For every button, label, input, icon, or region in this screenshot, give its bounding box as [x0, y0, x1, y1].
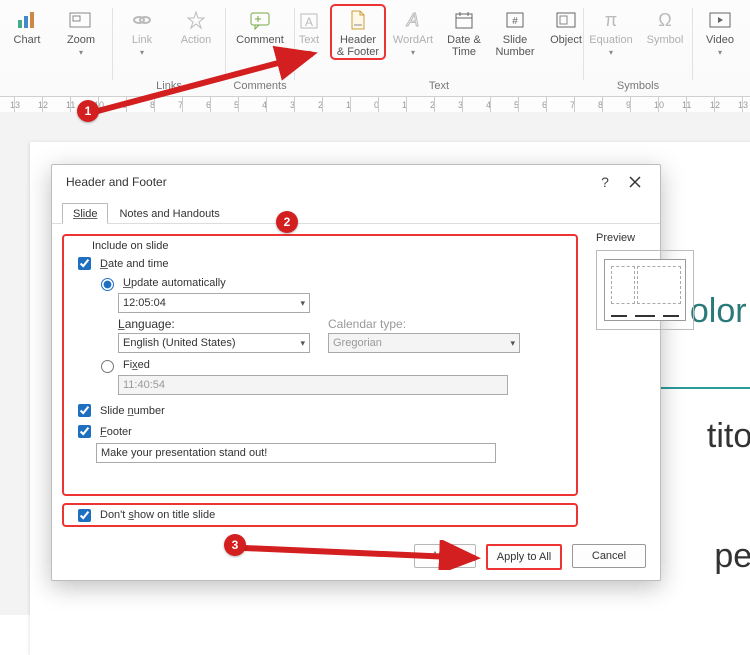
symbol-icon: Ω [651, 8, 679, 32]
apply-button[interactable]: Apply [414, 544, 476, 568]
ribbon-slidenumber[interactable]: # Slide Number [488, 4, 542, 60]
update-auto-radio[interactable]: Update automatically [96, 275, 566, 291]
textbox-icon: A [295, 8, 323, 32]
dialog-footer: Apply Apply to All Cancel [52, 544, 660, 570]
slide-text-preview: perdi [714, 537, 750, 576]
dialog-tabs: Slide Notes and Handouts [52, 199, 660, 224]
ribbon-group-comments: Comment Comments [230, 4, 290, 92]
help-button[interactable]: ? [590, 170, 620, 194]
annotation-box-2: Include on slide Date and time Update au… [62, 234, 578, 496]
annotation-badge-3: 3 [224, 534, 246, 556]
svg-text:#: # [512, 16, 518, 27]
footer-checkbox[interactable]: Footer [74, 422, 566, 441]
calendar-label: Calendar type: [328, 317, 520, 331]
tab-slide[interactable]: Slide [62, 203, 108, 224]
preview-box [596, 250, 694, 330]
chevron-down-icon: ▾ [140, 48, 144, 57]
ribbon-symbol: Ω Symbol [638, 4, 692, 58]
datetime-checkbox[interactable]: Date and time [74, 254, 566, 273]
ribbon-link: Link▾ [115, 4, 169, 58]
header-footer-dialog: Header and Footer ? Slide Notes and Hand… [51, 164, 661, 581]
dialog-titlebar: Header and Footer ? [52, 165, 660, 199]
fixed-time-input: 11:40:54 [118, 375, 508, 395]
ribbon-wordart: A WordArt▾ [386, 4, 440, 60]
datetime-icon [450, 8, 478, 32]
fixed-radio[interactable]: Fixed [96, 357, 566, 373]
chart-icon [13, 8, 41, 32]
video-icon [706, 8, 734, 32]
tab-notes-handouts[interactable]: Notes and Handouts [108, 203, 230, 223]
preview-slide-thumb [604, 259, 686, 321]
chevron-down-icon: ▾ [411, 48, 415, 57]
ribbon-comment[interactable]: Comment [230, 4, 290, 46]
chevron-down-icon: ▾ [300, 298, 305, 309]
chevron-down-icon: ▾ [307, 48, 311, 57]
action-icon [182, 8, 210, 32]
apply-to-all-button[interactable]: Apply to All [486, 544, 562, 570]
object-icon [552, 8, 580, 32]
ribbon-group-text: A Text▾ Header & Footer A WordArt▾ Date … [299, 4, 579, 92]
ribbon-group-symbols: π Equation▾ Ω Symbol Symbols [588, 4, 688, 92]
ribbon-object[interactable]: Object [542, 4, 590, 60]
chevron-down-icon: ▾ [609, 48, 613, 57]
annotation-box-noshow: Don't show on title slide [62, 503, 578, 527]
comment-icon [246, 8, 274, 32]
ribbon-chart[interactable]: Chart [0, 4, 54, 92]
ribbon-header-footer[interactable]: Header & Footer [330, 4, 386, 60]
preview-label: Preview [596, 232, 635, 244]
footer-text-input[interactable]: Make your presentation stand out! [96, 443, 496, 463]
dialog-body: Include on slide Date and time Update au… [52, 224, 660, 554]
language-dropdown[interactable]: English (United States)▾ [118, 333, 310, 353]
slide-text-preview: olor sit [690, 292, 750, 331]
dialog-title: Header and Footer [66, 175, 590, 189]
noshow-title-checkbox[interactable]: Don't show on title slide [74, 506, 215, 525]
close-icon [629, 176, 641, 188]
ribbon-audio[interactable]: Au [743, 4, 750, 92]
ribbon-datetime[interactable]: Date & Time [440, 4, 488, 60]
slidenumber-checkbox[interactable]: Slide number [74, 401, 566, 420]
ribbon: Chart Zoom▾ Link▾ Action Links [0, 0, 750, 97]
svg-text:A: A [406, 10, 419, 30]
chevron-down-icon: ▾ [79, 48, 83, 57]
header-footer-icon [344, 8, 372, 32]
svg-text:A: A [305, 15, 313, 29]
ribbon-video[interactable]: Video▾ [697, 4, 743, 92]
wordart-icon: A [399, 8, 427, 32]
ribbon-items: Chart Zoom▾ Link▾ Action Links [0, 4, 750, 92]
ribbon-textbox: A Text▾ [288, 4, 330, 60]
ribbon-separator [112, 8, 113, 80]
zoom-icon [67, 8, 95, 32]
ribbon-equation: π Equation▾ [584, 4, 638, 58]
cancel-button[interactable]: Cancel [572, 544, 646, 568]
slide-text-preview: titor c [707, 417, 750, 456]
equation-icon: π [597, 8, 625, 32]
chevron-down-icon: ▾ [510, 338, 515, 349]
ribbon-zoom[interactable]: Zoom▾ [54, 4, 108, 92]
audio-icon [745, 8, 750, 32]
calendar-dropdown: Gregorian▾ [328, 333, 520, 353]
annotation-badge-2: 2 [276, 211, 298, 233]
annotation-badge-1: 1 [77, 100, 99, 122]
close-button[interactable] [620, 170, 650, 194]
section-label: Include on slide [88, 240, 172, 252]
time-format-dropdown[interactable]: 12:05:04▾ [118, 293, 310, 313]
language-label: Language: [118, 317, 310, 331]
chevron-down-icon: ▾ [300, 338, 305, 349]
chevron-down-icon: ▾ [718, 48, 722, 57]
slidenumber-icon: # [501, 8, 529, 32]
ribbon-action: Action [169, 4, 223, 58]
link-icon [128, 8, 156, 32]
ribbon-group-links: Link▾ Action Links [117, 4, 221, 92]
